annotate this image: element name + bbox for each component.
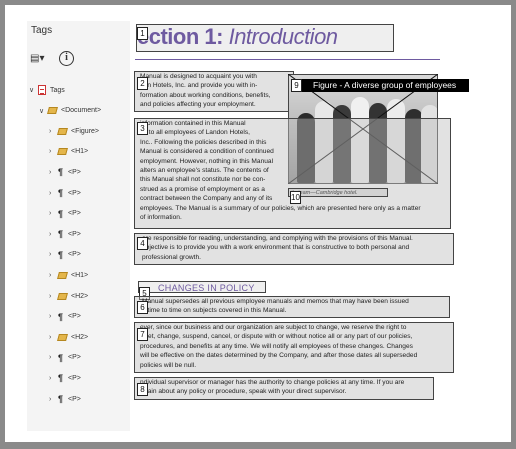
tree-item-label: <H1> bbox=[71, 148, 89, 156]
paragraph-icon: ¶ bbox=[58, 229, 64, 240]
paragraph-icon: ¶ bbox=[58, 352, 64, 363]
document-page: ection 1: Introduction 1 Manual is desig… bbox=[130, 21, 470, 411]
chevron-right-icon[interactable]: › bbox=[49, 231, 58, 238]
paragraph-3: are responsible for reading, understandi… bbox=[142, 235, 413, 261]
tree-item-label: <P> bbox=[68, 189, 81, 197]
tree-item[interactable]: ∨ Tags bbox=[29, 83, 65, 97]
tree-item[interactable]: › ¶ <P> bbox=[49, 310, 81, 324]
paragraph-1: Manual is designed to acquaint you with … bbox=[140, 73, 271, 109]
tag-number-7: 7 bbox=[137, 328, 148, 341]
tree-item[interactable]: › ¶ <P> bbox=[49, 371, 81, 385]
tree-item-label: <P> bbox=[68, 313, 81, 321]
paragraph-2: information contained in this Manual es … bbox=[140, 120, 421, 222]
pdf-icon bbox=[38, 85, 46, 95]
tag-number-3: 3 bbox=[137, 122, 148, 135]
tree-item-label: <H1> bbox=[71, 271, 89, 279]
paragraph-icon: ¶ bbox=[58, 208, 64, 219]
tree-item-label: Tags bbox=[50, 86, 65, 94]
tree-item[interactable]: › <H2> bbox=[49, 330, 88, 344]
tree-item[interactable]: › <H1> bbox=[49, 145, 88, 159]
tree-item-label: <P> bbox=[68, 395, 81, 403]
tree-item-label: <Document> bbox=[61, 107, 102, 115]
paragraph-icon: ¶ bbox=[58, 373, 64, 384]
tree-item[interactable]: › <H1> bbox=[49, 268, 88, 282]
paragraph-icon: ¶ bbox=[58, 394, 64, 404]
tag-icon bbox=[57, 271, 68, 279]
chevron-right-icon[interactable]: › bbox=[49, 375, 58, 382]
tree-item[interactable]: › ¶ <P> bbox=[49, 392, 81, 406]
chevron-right-icon[interactable]: › bbox=[49, 190, 58, 197]
tag-number-2: 2 bbox=[137, 77, 148, 90]
info-icon[interactable]: i bbox=[59, 51, 74, 66]
chevron-right-icon[interactable]: › bbox=[49, 210, 58, 217]
tree-item[interactable]: › ¶ <P> bbox=[49, 227, 81, 241]
tree-item-label: <P> bbox=[68, 210, 81, 218]
paragraph-5: ever, since our business and our organiz… bbox=[140, 324, 418, 369]
paragraph-icon: ¶ bbox=[58, 167, 64, 178]
tree-item[interactable]: ∨ <Document> bbox=[39, 104, 101, 118]
paragraph-icon: ¶ bbox=[58, 249, 64, 260]
tree-item[interactable]: › ¶ <P> bbox=[49, 207, 81, 221]
tag-number-1: 1 bbox=[137, 27, 148, 40]
paragraph-6: ndividual supervisor or manager has the … bbox=[140, 379, 405, 396]
tags-panel: Tags ▤▾ i ∨ Tags ∨ <Document> › <Figure> › <H1>… bbox=[27, 21, 130, 431]
tree-item-label: <Figure> bbox=[71, 127, 100, 135]
tree-item[interactable]: › ¶ <P> bbox=[49, 165, 81, 179]
tag-icon bbox=[57, 333, 68, 341]
tag-number-6: 6 bbox=[137, 301, 148, 314]
tree-item[interactable]: › ¶ <P> bbox=[49, 351, 81, 365]
tree-item[interactable]: › <Figure> bbox=[49, 124, 99, 138]
figure-alt-text-label: Figure - A diverse group of employees bbox=[291, 79, 469, 92]
tag-icon bbox=[57, 292, 68, 300]
tag-number-8: 8 bbox=[137, 383, 148, 396]
heading-rule bbox=[135, 59, 440, 60]
paragraph-icon: ¶ bbox=[58, 188, 64, 198]
tree-item-label: <H2> bbox=[71, 333, 89, 341]
chevron-right-icon[interactable]: › bbox=[49, 251, 58, 258]
list-options-icon[interactable]: ▤▾ bbox=[30, 53, 52, 67]
tag-icon bbox=[57, 148, 68, 156]
photo-caption[interactable]: ity team—Cambridge hotel. bbox=[288, 188, 388, 197]
tree-item[interactable]: › ¶ <P> bbox=[49, 248, 81, 262]
tree-item-label: <P> bbox=[68, 251, 81, 259]
chevron-down-icon[interactable]: ∨ bbox=[29, 86, 38, 94]
tree-item-label: <P> bbox=[68, 168, 81, 176]
panel-title: Tags bbox=[31, 25, 53, 36]
tag-number-4: 4 bbox=[137, 237, 148, 250]
chevron-right-icon[interactable]: › bbox=[49, 354, 58, 361]
tree-item-label: <P> bbox=[68, 374, 81, 382]
tag-number-10: 10 bbox=[290, 191, 301, 204]
tree-item-label: <P> bbox=[68, 230, 81, 238]
tree-item[interactable]: › ¶ <P> bbox=[49, 186, 81, 200]
tag-icon bbox=[57, 127, 68, 135]
paragraph-4: Manual supersedes all previous employee … bbox=[142, 298, 409, 315]
chevron-right-icon[interactable]: › bbox=[49, 396, 58, 403]
tree-item-label: <H2> bbox=[71, 292, 89, 300]
page-title: ection 1: Introduction bbox=[137, 24, 338, 49]
tree-item[interactable]: › <H2> bbox=[49, 289, 88, 303]
chevron-right-icon[interactable]: › bbox=[49, 313, 58, 320]
chevron-right-icon[interactable]: › bbox=[49, 169, 58, 176]
tag-icon bbox=[47, 107, 58, 115]
section-subheading: CHANGES IN POLICY bbox=[158, 283, 255, 293]
tag-number-9: 9 bbox=[291, 79, 302, 92]
tree-item-label: <P> bbox=[68, 354, 81, 362]
paragraph-icon: ¶ bbox=[58, 311, 64, 322]
